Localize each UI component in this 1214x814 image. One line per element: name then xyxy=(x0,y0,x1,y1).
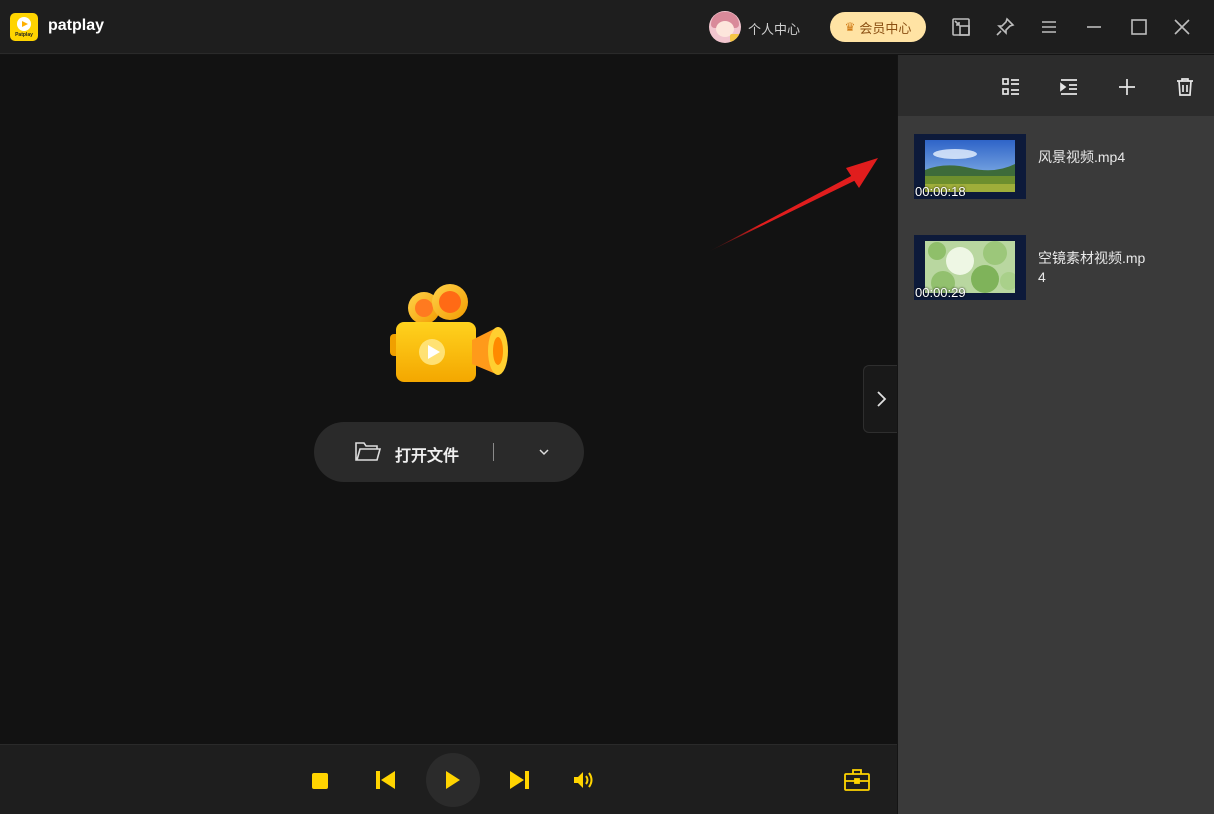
open-file-separator xyxy=(493,443,494,461)
open-file-button[interactable]: 打开文件 xyxy=(314,422,584,482)
folder-icon xyxy=(354,441,382,468)
app-logo-text: Patplay xyxy=(15,32,33,38)
video-thumbnail: 00:00:29 xyxy=(914,235,1026,300)
vip-center-label: 会员中心 xyxy=(859,20,912,36)
add-icon[interactable] xyxy=(1115,75,1139,99)
list-view-icon[interactable] xyxy=(999,75,1023,99)
minimize-icon[interactable] xyxy=(1082,15,1106,39)
menu-icon[interactable] xyxy=(1037,15,1061,39)
play-icon xyxy=(446,771,460,789)
playback-controls xyxy=(0,744,897,814)
video-filename: 风景视频.mp4 xyxy=(1038,149,1126,165)
avatar[interactable] xyxy=(709,11,741,43)
chevron-right-icon xyxy=(876,391,886,407)
chevron-down-icon[interactable] xyxy=(533,444,555,460)
vip-center-button[interactable]: ♛ 会员中心 xyxy=(830,12,926,42)
stop-icon[interactable] xyxy=(308,769,332,793)
open-file-label: 打开文件 xyxy=(395,448,460,465)
playlist-panel: 00:00:18 风景视频.mp4 00:00:29 空镜素材视频.mp4 xyxy=(898,55,1214,814)
previous-icon[interactable] xyxy=(373,768,399,792)
playlist-item[interactable]: 00:00:29 空镜素材视频.mp4 xyxy=(914,235,1204,301)
video-thumbnail: 00:00:18 xyxy=(914,134,1026,199)
mini-mode-icon[interactable] xyxy=(949,15,973,39)
play-button[interactable] xyxy=(426,753,480,807)
video-duration: 00:00:18 xyxy=(915,184,966,199)
toolbox-icon[interactable] xyxy=(842,767,872,793)
app-logo: Patplay xyxy=(10,13,38,41)
collapse-playlist-button[interactable] xyxy=(863,365,897,433)
next-icon[interactable] xyxy=(506,768,532,792)
video-camera-icon xyxy=(390,284,508,382)
crown-icon: ♛ xyxy=(844,20,856,34)
personal-center-link[interactable]: 个人中心 xyxy=(748,19,800,38)
pin-icon[interactable] xyxy=(993,15,1017,39)
title-bar: Patplay patplay 个人中心 ♛ 会员中心 xyxy=(0,0,1214,54)
video-area[interactable] xyxy=(0,55,897,744)
video-filename: 空镜素材视频.mp4 xyxy=(1038,250,1146,285)
app-title: patplay xyxy=(48,17,105,34)
maximize-icon[interactable] xyxy=(1127,15,1151,39)
volume-icon[interactable] xyxy=(571,768,597,792)
close-icon[interactable] xyxy=(1170,15,1194,39)
video-duration: 00:00:29 xyxy=(915,285,966,300)
playlist-toolbar xyxy=(898,55,1214,116)
playlist-item[interactable]: 00:00:18 风景视频.mp4 xyxy=(914,134,1204,200)
play-list-icon[interactable] xyxy=(1057,75,1081,99)
trash-icon[interactable] xyxy=(1173,75,1197,99)
